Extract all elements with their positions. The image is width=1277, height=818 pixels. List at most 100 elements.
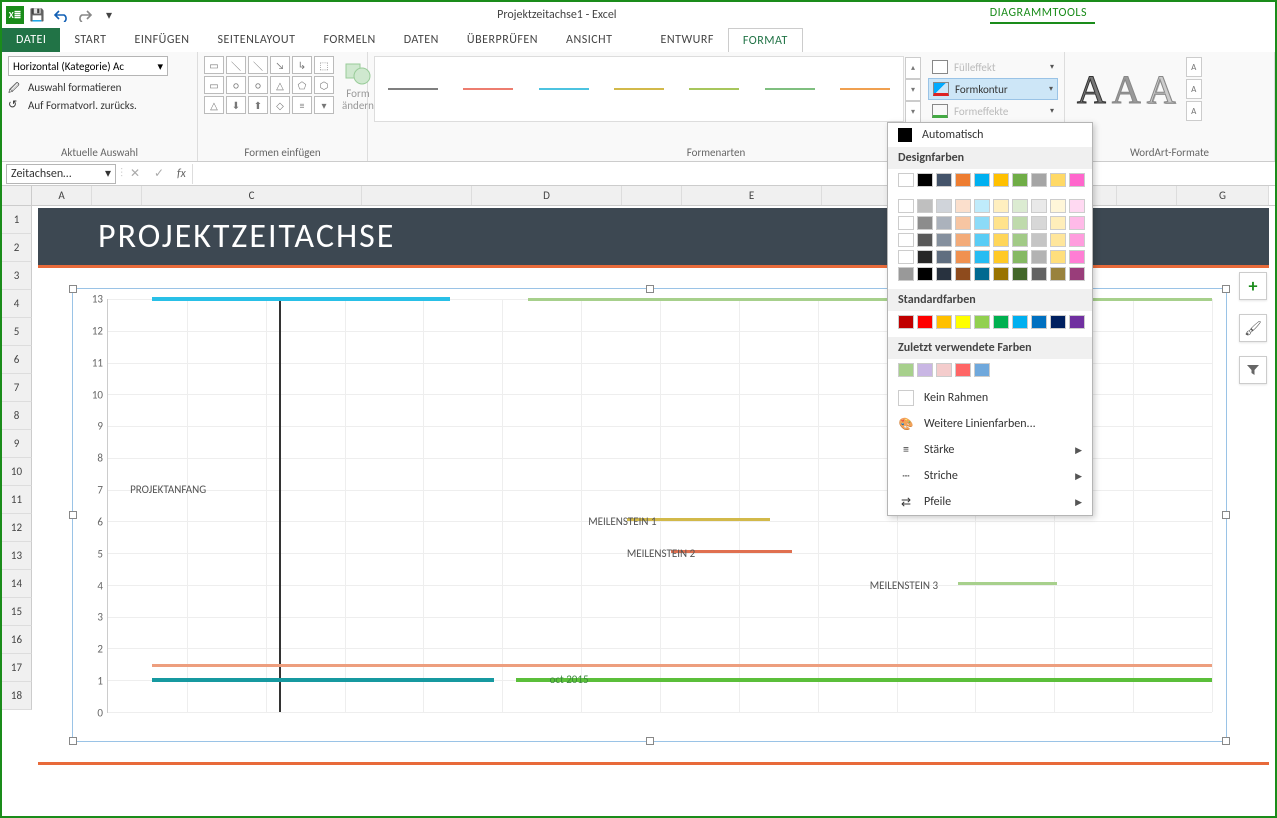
color-swatch[interactable]: [1069, 233, 1085, 247]
color-swatch[interactable]: [1050, 315, 1066, 329]
color-swatch[interactable]: [917, 250, 933, 264]
color-swatch[interactable]: [1050, 250, 1066, 264]
color-swatch[interactable]: [936, 216, 952, 230]
qat-customize-button[interactable]: ▾: [98, 4, 120, 26]
row-header[interactable]: 6: [2, 346, 32, 374]
color-swatch[interactable]: [898, 267, 914, 281]
enter-formula-button[interactable]: ✓: [147, 166, 171, 181]
tab-seitenlayout[interactable]: SEITENLAYOUT: [204, 28, 310, 52]
row-header[interactable]: 4: [2, 290, 32, 318]
series-s-teal[interactable]: [152, 678, 494, 682]
color-swatch[interactable]: [1069, 315, 1085, 329]
row-header[interactable]: 18: [2, 682, 32, 710]
tab-einfuegen[interactable]: EINFÜGEN: [120, 28, 203, 52]
color-swatch[interactable]: [1031, 173, 1047, 187]
color-swatch[interactable]: [1031, 199, 1047, 213]
tab-ueberpruefen[interactable]: ÜBERPRÜFEN: [453, 28, 552, 52]
outline-dashes[interactable]: ┄Striche▶: [888, 463, 1092, 489]
column-header[interactable]: [1117, 186, 1177, 205]
color-swatch[interactable]: [993, 250, 1009, 264]
color-swatch[interactable]: [1050, 199, 1066, 213]
outline-weight[interactable]: ≡Stärke▶: [888, 437, 1092, 463]
row-header[interactable]: 13: [2, 542, 32, 570]
shape-outline-button[interactable]: Formkontur▾: [928, 78, 1058, 100]
color-swatch[interactable]: [993, 233, 1009, 247]
color-swatch[interactable]: [974, 267, 990, 281]
tab-format[interactable]: FORMAT: [728, 28, 803, 52]
format-selection-button[interactable]: 🖉Auswahl formatieren: [8, 80, 191, 94]
color-swatch[interactable]: [917, 173, 933, 187]
color-swatch[interactable]: [974, 233, 990, 247]
wordart-gallery[interactable]: A A A A A A: [1071, 56, 1268, 122]
color-swatch[interactable]: [936, 267, 952, 281]
tab-daten[interactable]: DATEN: [390, 28, 453, 52]
color-swatch[interactable]: [1050, 233, 1066, 247]
outline-arrows[interactable]: ⇄Pfeile▶: [888, 489, 1092, 515]
color-swatch[interactable]: [917, 267, 933, 281]
chart-elements-button[interactable]: +: [1239, 272, 1267, 300]
color-swatch[interactable]: [955, 267, 971, 281]
resize-handle[interactable]: [1222, 737, 1230, 745]
color-swatch[interactable]: [1012, 315, 1028, 329]
wordart-style-3[interactable]: A: [1147, 66, 1176, 113]
cancel-formula-button[interactable]: ✕: [123, 166, 147, 181]
no-outline[interactable]: Kein Rahmen: [888, 385, 1092, 411]
chart-styles-button[interactable]: 🖌: [1239, 314, 1267, 342]
column-header[interactable]: A: [32, 186, 92, 205]
color-swatch[interactable]: [936, 233, 952, 247]
chart-filter-button[interactable]: [1239, 356, 1267, 384]
color-swatch[interactable]: [974, 216, 990, 230]
name-box[interactable]: Zeitachsen…▾: [6, 164, 116, 184]
fx-icon[interactable]: fx: [171, 167, 192, 181]
shape-fill-button[interactable]: Fülleffekt▾: [928, 56, 1058, 78]
color-swatch[interactable]: [936, 250, 952, 264]
row-header[interactable]: 16: [2, 626, 32, 654]
wordart-effects-button[interactable]: A: [1186, 101, 1202, 121]
row-header[interactable]: 1: [2, 206, 32, 234]
shape-effects-button[interactable]: Formeffekte▾: [928, 100, 1058, 122]
color-swatch[interactable]: [955, 250, 971, 264]
color-swatch[interactable]: [898, 363, 914, 377]
reset-style-button[interactable]: ↺Auf Formatvorl. zurücks.: [8, 98, 191, 112]
color-swatch[interactable]: [974, 250, 990, 264]
row-header[interactable]: 15: [2, 598, 32, 626]
y-axis[interactable]: 012345678910111213: [79, 299, 103, 713]
color-swatch[interactable]: [1031, 267, 1047, 281]
color-swatch[interactable]: [936, 199, 952, 213]
row-header[interactable]: 11: [2, 486, 32, 514]
series-s-cyan[interactable]: [152, 297, 450, 301]
tab-ansicht[interactable]: ANSICHT: [552, 28, 626, 52]
color-swatch[interactable]: [955, 363, 971, 377]
color-swatch[interactable]: [936, 363, 952, 377]
resize-handle[interactable]: [1222, 511, 1230, 519]
color-swatch[interactable]: [1012, 173, 1028, 187]
color-swatch[interactable]: [1031, 315, 1047, 329]
color-swatch[interactable]: [936, 173, 952, 187]
color-swatch[interactable]: [1031, 233, 1047, 247]
chart-element-combo[interactable]: Horizontal (Kategorie) Ac▾: [8, 56, 168, 76]
select-all-corner[interactable]: [2, 186, 32, 205]
row-header[interactable]: 12: [2, 514, 32, 542]
color-swatch[interactable]: [955, 233, 971, 247]
wordart-outline-button[interactable]: A: [1186, 79, 1202, 99]
color-swatch[interactable]: [1069, 267, 1085, 281]
color-swatch[interactable]: [1012, 216, 1028, 230]
row-header[interactable]: 5: [2, 318, 32, 346]
color-swatch[interactable]: [917, 216, 933, 230]
row-header[interactable]: 3: [2, 262, 32, 290]
color-swatch[interactable]: [898, 250, 914, 264]
column-header[interactable]: [622, 186, 682, 205]
shapes-gallery[interactable]: ▭＼＼↘↳⬚ ▭○○△⬠⬡ △⬇⬆◇≡▾: [204, 56, 334, 114]
resize-handle[interactable]: [646, 285, 654, 293]
resize-handle[interactable]: [1222, 285, 1230, 293]
color-swatch[interactable]: [974, 199, 990, 213]
color-swatch[interactable]: [1050, 216, 1066, 230]
row-header[interactable]: 2: [2, 234, 32, 262]
color-swatch[interactable]: [1031, 250, 1047, 264]
column-header[interactable]: D: [472, 186, 622, 205]
row-header[interactable]: 9: [2, 430, 32, 458]
color-swatch[interactable]: [898, 216, 914, 230]
undo-button[interactable]: [50, 4, 72, 26]
color-swatch[interactable]: [993, 173, 1009, 187]
color-swatch[interactable]: [936, 315, 952, 329]
